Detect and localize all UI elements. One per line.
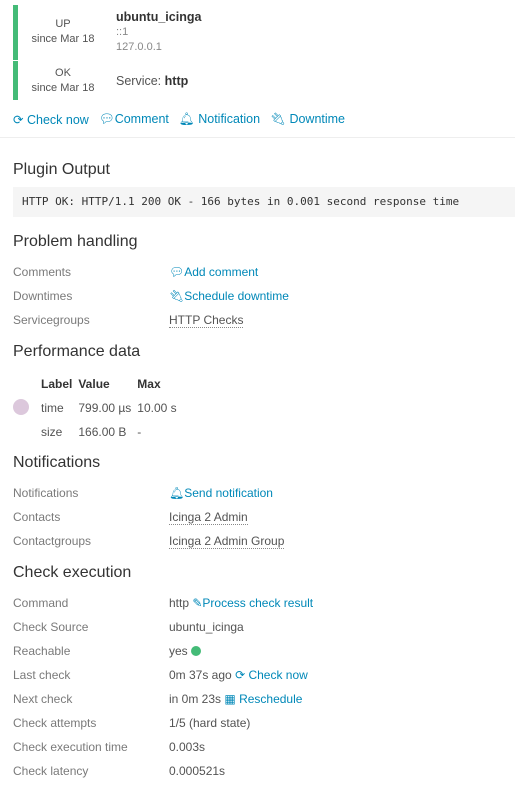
comment-button[interactable]: 💬︎Comment bbox=[99, 112, 169, 127]
process-check-result-label: Process check result bbox=[202, 596, 314, 610]
latency-label: Check latency bbox=[13, 764, 89, 778]
col-label: Label bbox=[41, 377, 73, 391]
check-source-label: Check Source bbox=[13, 620, 89, 634]
reachable-value: yes bbox=[169, 644, 188, 658]
perf-value: 799.00 µs bbox=[78, 401, 132, 415]
execution-time-value: 0.003s bbox=[169, 740, 206, 754]
reschedule-label: Reschedule bbox=[239, 692, 303, 706]
downtime-label: Downtime bbox=[289, 112, 346, 126]
check-source-value: ubuntu_icinga bbox=[169, 620, 244, 634]
reachable-label: Reachable bbox=[13, 644, 71, 658]
notification-button[interactable]: 🔔︎ Notification bbox=[179, 112, 260, 127]
performance-heading: Performance data bbox=[13, 343, 141, 360]
host-state: UP bbox=[55, 18, 71, 30]
service-state: OK bbox=[55, 67, 71, 79]
command-label: Command bbox=[13, 596, 69, 610]
schedule-downtime-label: Schedule downtime bbox=[184, 289, 289, 303]
contact-link[interactable]: Icinga 2 Admin bbox=[169, 510, 248, 525]
downtimes-label: Downtimes bbox=[13, 289, 73, 303]
command-value: http bbox=[169, 596, 190, 610]
add-comment-link[interactable]: 💬︎Add comment bbox=[169, 260, 258, 284]
send-notification-label: Send notification bbox=[184, 486, 273, 500]
check-now-label: Check now bbox=[26, 113, 89, 127]
divider bbox=[0, 137, 515, 138]
plugin-output-heading: Plugin Output bbox=[13, 161, 110, 178]
contacts-label: Contacts bbox=[13, 510, 61, 524]
notification-label: Notification bbox=[198, 112, 261, 126]
host-address: 127.0.0.1 bbox=[116, 41, 162, 53]
service-row: OK since Mar 18 Service: http bbox=[13, 61, 513, 100]
plug-icon: 🔌︎ bbox=[270, 112, 286, 126]
table-row: time 799.00 µs 10.00 s bbox=[13, 396, 183, 420]
execution-time-label: Check execution time bbox=[13, 740, 128, 754]
comment-label: Comment bbox=[114, 112, 169, 126]
perf-label: size bbox=[41, 425, 63, 439]
notifications-label: Notifications bbox=[13, 486, 79, 500]
check-attempts-value: 1/5 (hard state) bbox=[169, 716, 251, 730]
host-address6: ::1 bbox=[116, 26, 129, 38]
calendar-icon: ▦ bbox=[224, 692, 236, 706]
check-execution-heading: Check execution bbox=[13, 564, 132, 581]
perf-value: 166.00 B bbox=[78, 425, 127, 439]
comments-label: Comments bbox=[13, 265, 72, 279]
next-check-value: in 0m 23s bbox=[169, 692, 222, 706]
check-now-link-label: Check now bbox=[248, 668, 308, 682]
bell-icon: 🔔︎ bbox=[178, 112, 195, 126]
performance-table: Label Value Max time 799.00 µs 10.00 s size 1… bbox=[13, 372, 183, 444]
next-check-label: Next check bbox=[13, 692, 73, 706]
check-now-link[interactable]: ⟳ Check now bbox=[235, 668, 308, 682]
schedule-downtime-link[interactable]: 🔌︎Schedule downtime bbox=[169, 284, 289, 308]
contactgroup-link[interactable]: Icinga 2 Admin Group bbox=[169, 534, 285, 549]
perf-label: time bbox=[41, 401, 64, 415]
perf-max: 10.00 s bbox=[137, 401, 177, 415]
problem-handling-heading: Problem handling bbox=[13, 233, 138, 250]
check-now-button[interactable]: ⟳ Check now bbox=[13, 112, 89, 127]
process-check-result-link[interactable]: ✎Process check result bbox=[192, 596, 313, 610]
servicegroup-link[interactable]: HTTP Checks bbox=[169, 313, 244, 328]
plugin-output-text: HTTP OK: HTTP/1.1 200 OK - 166 bytes in … bbox=[13, 187, 515, 217]
send-notification-link[interactable]: 🔔︎Send notification bbox=[169, 481, 273, 505]
comment-icon: 💬︎ bbox=[98, 112, 115, 126]
latency-value: 0.000521s bbox=[169, 764, 226, 778]
col-max: Max bbox=[137, 377, 161, 391]
service-since: since Mar 18 bbox=[31, 82, 95, 94]
notifications-heading: Notifications bbox=[13, 454, 101, 471]
status-dot-icon bbox=[191, 646, 202, 656]
pie-chart-icon bbox=[13, 398, 29, 415]
servicegroups-label: Servicegroups bbox=[13, 313, 90, 327]
check-attempts-label: Check attempts bbox=[13, 716, 97, 730]
host-row[interactable]: UPsince Mar 18 ubuntu_icinga::1127.0.0.1 bbox=[13, 5, 513, 60]
add-comment-label: Add comment bbox=[184, 265, 259, 279]
perf-max: - bbox=[137, 425, 142, 439]
service-prefix: Service: bbox=[116, 74, 162, 88]
col-value: Value bbox=[78, 377, 110, 391]
reschedule-link[interactable]: ▦ Reschedule bbox=[224, 692, 302, 706]
contactgroups-label: Contactgroups bbox=[13, 534, 92, 548]
service-name: http bbox=[164, 74, 189, 88]
downtime-button[interactable]: 🔌︎ Downtime bbox=[270, 112, 345, 127]
last-check-label: Last check bbox=[13, 668, 71, 682]
last-check-value: 0m 37s ago bbox=[169, 668, 232, 682]
host-name: ubuntu_icinga bbox=[116, 10, 202, 24]
table-row: size 166.00 B- bbox=[13, 420, 183, 444]
host-since: since Mar 18 bbox=[31, 33, 95, 45]
refresh-icon: ⟳ bbox=[13, 113, 24, 127]
